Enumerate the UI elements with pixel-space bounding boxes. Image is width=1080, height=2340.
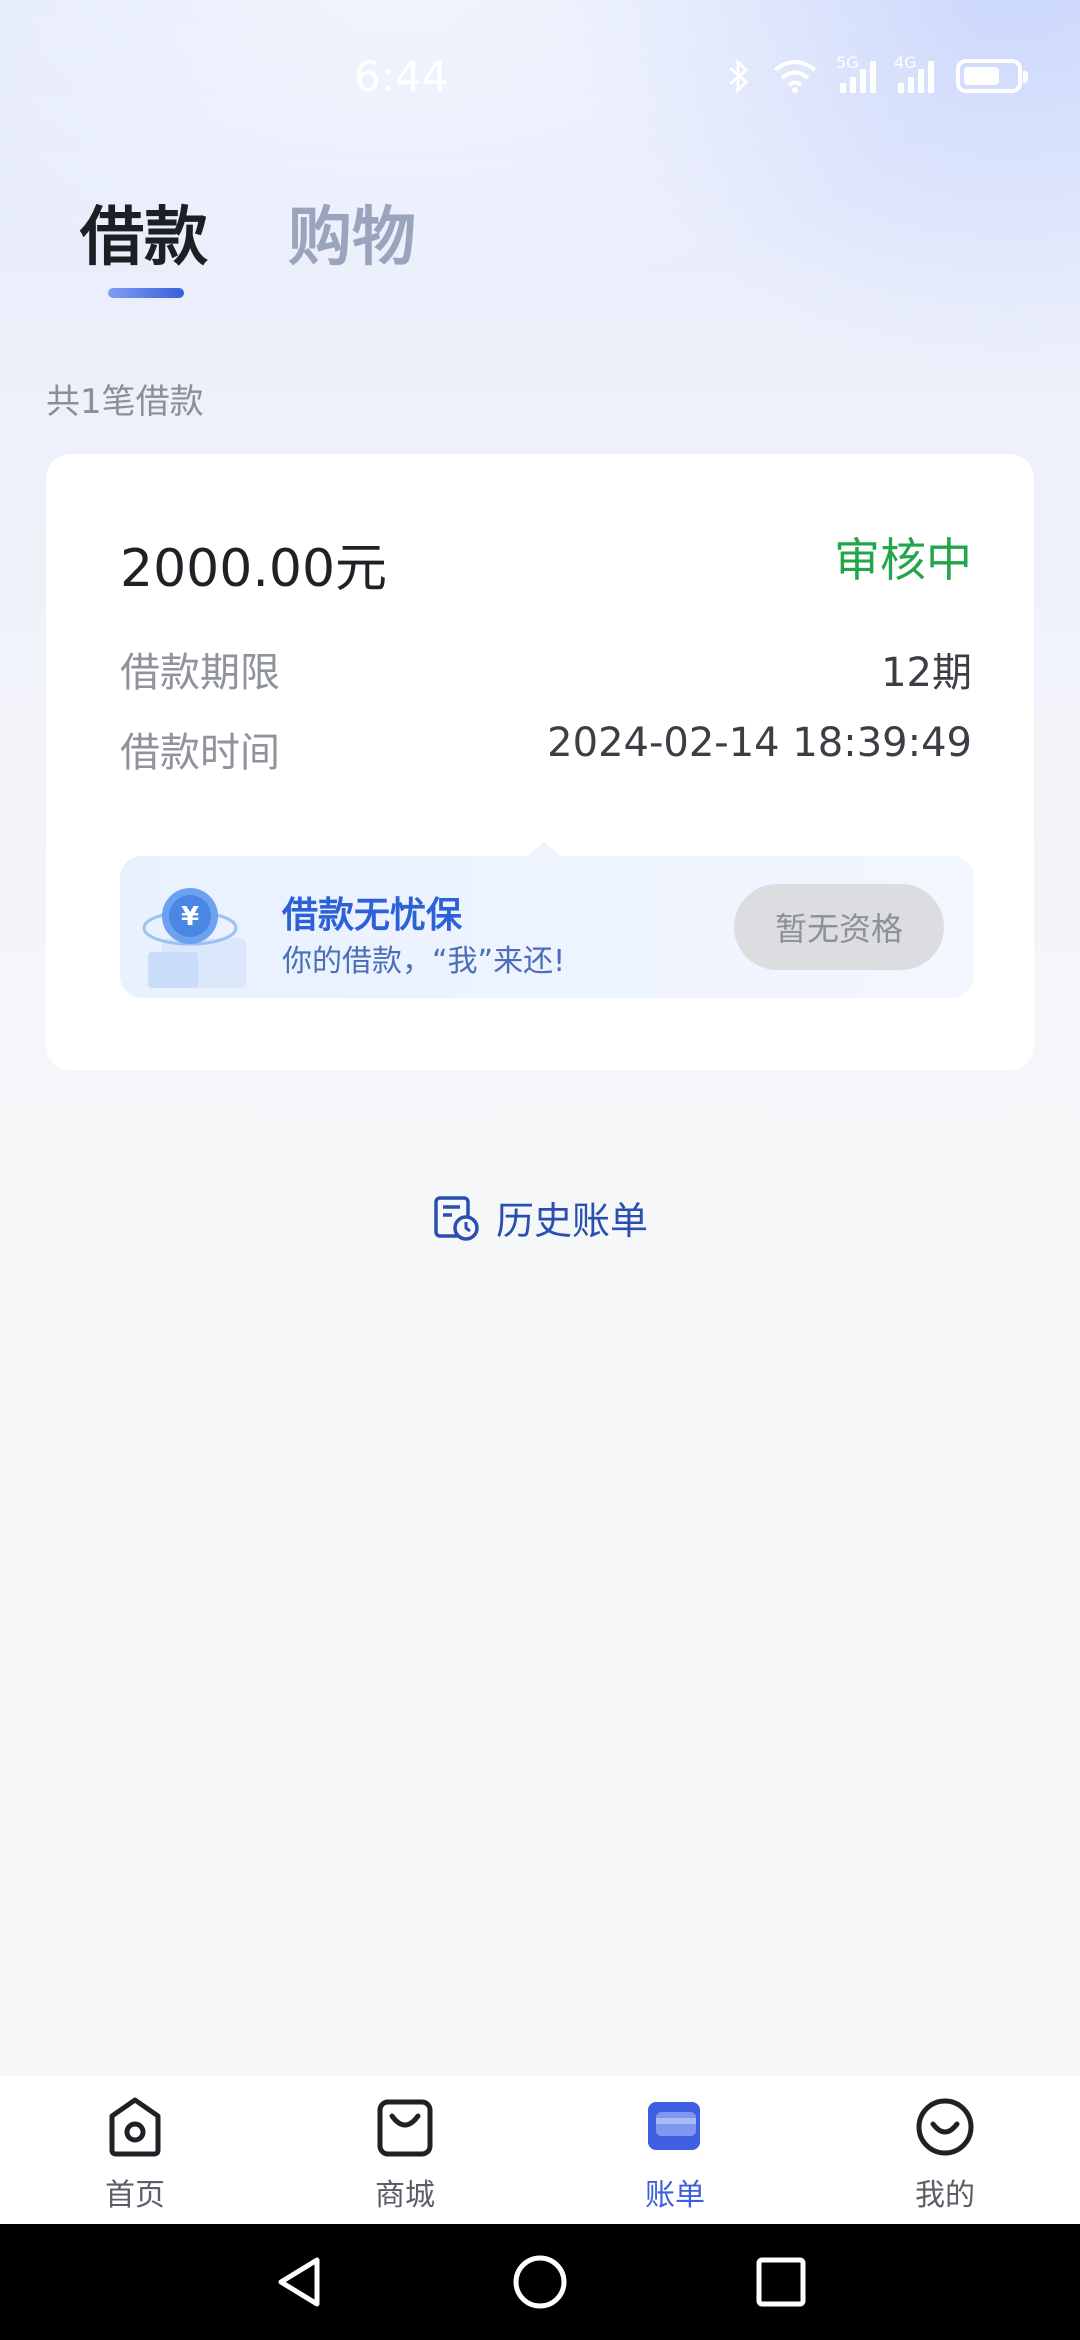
loan-time-value: 2024-02-14 18:39:49: [547, 720, 972, 766]
nav-label-mall: 商城: [375, 2178, 435, 2213]
insurance-promo-banner: ¥ 借款无忧保 你的借款，“我”来还! 暂无资格: [120, 842, 974, 998]
loan-amount: 2000.00元: [120, 539, 388, 599]
bluetooth-icon: [729, 58, 749, 94]
home-camera-icon: [109, 2097, 161, 2157]
home-icon[interactable]: [512, 2254, 568, 2310]
nav-label-bill: 账单: [645, 2178, 705, 2213]
nav-label-mine: 我的: [915, 2178, 975, 2213]
signal-4g-label: 4G: [894, 53, 917, 72]
promo-title: 借款无忧保: [282, 895, 463, 936]
status-icons: 5G 4G: [728, 53, 1028, 94]
ineligible-button[interactable]: 暂无资格: [734, 884, 944, 970]
shopping-bag-icon: [377, 2099, 433, 2157]
tab-loan[interactable]: 借款: [80, 186, 208, 278]
signal-5g-label: 5G: [836, 53, 859, 72]
nav-item-home[interactable]: 首页: [0, 2076, 270, 2224]
signal-4g-icon: 4G: [894, 53, 934, 93]
loan-count-text: 共1笔借款: [46, 382, 204, 422]
tab-indicator: [108, 288, 184, 298]
nav-item-mine[interactable]: 我的: [810, 2076, 1080, 2224]
system-nav-bar: [0, 2224, 1080, 2340]
history-bill-link[interactable]: 历史账单: [0, 1190, 1080, 1245]
top-tabs: 借款 购物: [80, 186, 416, 278]
history-bill-label: 历史账单: [495, 1199, 648, 1243]
bottom-nav: 首页 商城 账单 我的: [0, 2076, 1080, 2224]
loan-status-badge: 审核中: [834, 533, 972, 587]
tab-shopping[interactable]: 购物: [288, 186, 416, 278]
bill-history-icon: [434, 1195, 479, 1241]
loan-bill-screen: 6:44 5G 4G 借款 购物 共1笔借款 2000.00元 审核中 借款期限…: [0, 0, 1080, 2340]
loan-card[interactable]: 2000.00元 审核中 借款期限 12期 借款时间 2024-02-14 18…: [46, 454, 1034, 1070]
svg-text:¥: ¥: [181, 902, 199, 932]
nav-label-home: 首页: [105, 2178, 165, 2213]
recents-icon[interactable]: [755, 2256, 807, 2308]
bill-icon: [648, 2102, 700, 2150]
promo-subtitle: 你的借款，“我”来还!: [282, 944, 566, 979]
back-icon[interactable]: [273, 2254, 325, 2310]
signal-5g-icon: 5G: [836, 53, 876, 93]
loan-time-label: 借款时间: [120, 730, 280, 776]
smile-face-icon: [916, 2098, 974, 2156]
battery-icon: [956, 59, 1028, 93]
status-time: 6:44: [354, 52, 449, 101]
wifi-icon: [773, 60, 817, 93]
status-bar: 6:44 5G 4G: [0, 0, 1080, 160]
loan-term-value: 12期: [881, 650, 972, 696]
loan-term-label: 借款期限: [120, 650, 280, 696]
yen-coin-icon: ¥: [142, 888, 246, 988]
nav-item-bill[interactable]: 账单: [540, 2076, 810, 2224]
nav-item-mall[interactable]: 商城: [270, 2076, 540, 2224]
